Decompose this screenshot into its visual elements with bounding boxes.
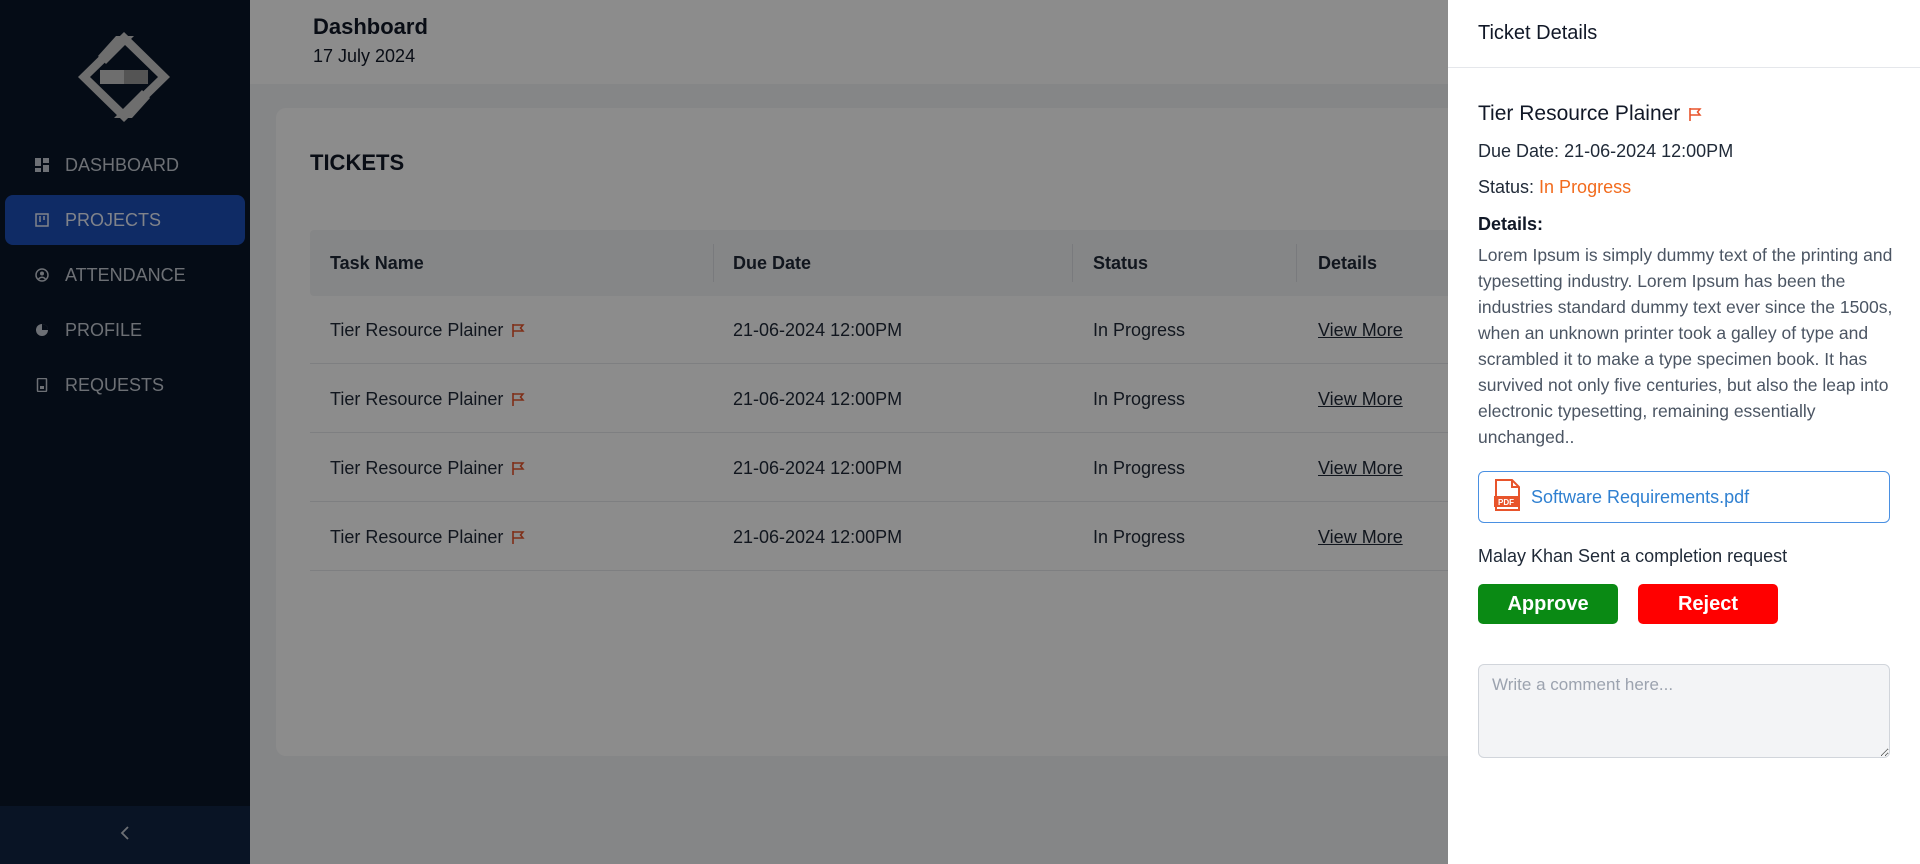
ticket-due-date: Due Date: 21-06-2024 12:00PM	[1478, 141, 1733, 162]
svg-text:PDF: PDF	[1498, 498, 1514, 507]
attachment-file[interactable]: PDF Software Requirements.pdf	[1478, 471, 1890, 523]
attachment-name: Software Requirements.pdf	[1531, 486, 1750, 507]
comment-input[interactable]	[1478, 664, 1890, 758]
pdf-file-icon: PDF	[1493, 478, 1521, 516]
status-value: In Progress	[1539, 177, 1632, 197]
approve-button[interactable]: Approve	[1478, 584, 1618, 624]
details-label: Details:	[1478, 214, 1544, 234]
ticket-task-name-text: Tier Resource Plainer	[1478, 102, 1681, 125]
flag-icon	[1688, 107, 1702, 122]
status-label: Status:	[1478, 177, 1535, 197]
ticket-details-drawer: Ticket Details Tier Resource Plainer Due…	[1448, 0, 1920, 864]
reject-button[interactable]: Reject	[1638, 584, 1778, 624]
due-date-value: 21-06-2024 12:00PM	[1564, 141, 1734, 161]
ticket-task-name: Tier Resource Plainer	[1478, 102, 1702, 126]
completion-request-text: Malay Khan Sent a completion request	[1478, 546, 1788, 566]
details-text: Lorem Ipsum is simply dummy text of the …	[1478, 245, 1893, 447]
due-date-label: Due Date:	[1478, 141, 1560, 161]
drawer-title: Ticket Details	[1478, 22, 1598, 44]
ticket-status: Status: In Progress	[1478, 177, 1631, 198]
drawer-header: Ticket Details	[1448, 0, 1920, 68]
